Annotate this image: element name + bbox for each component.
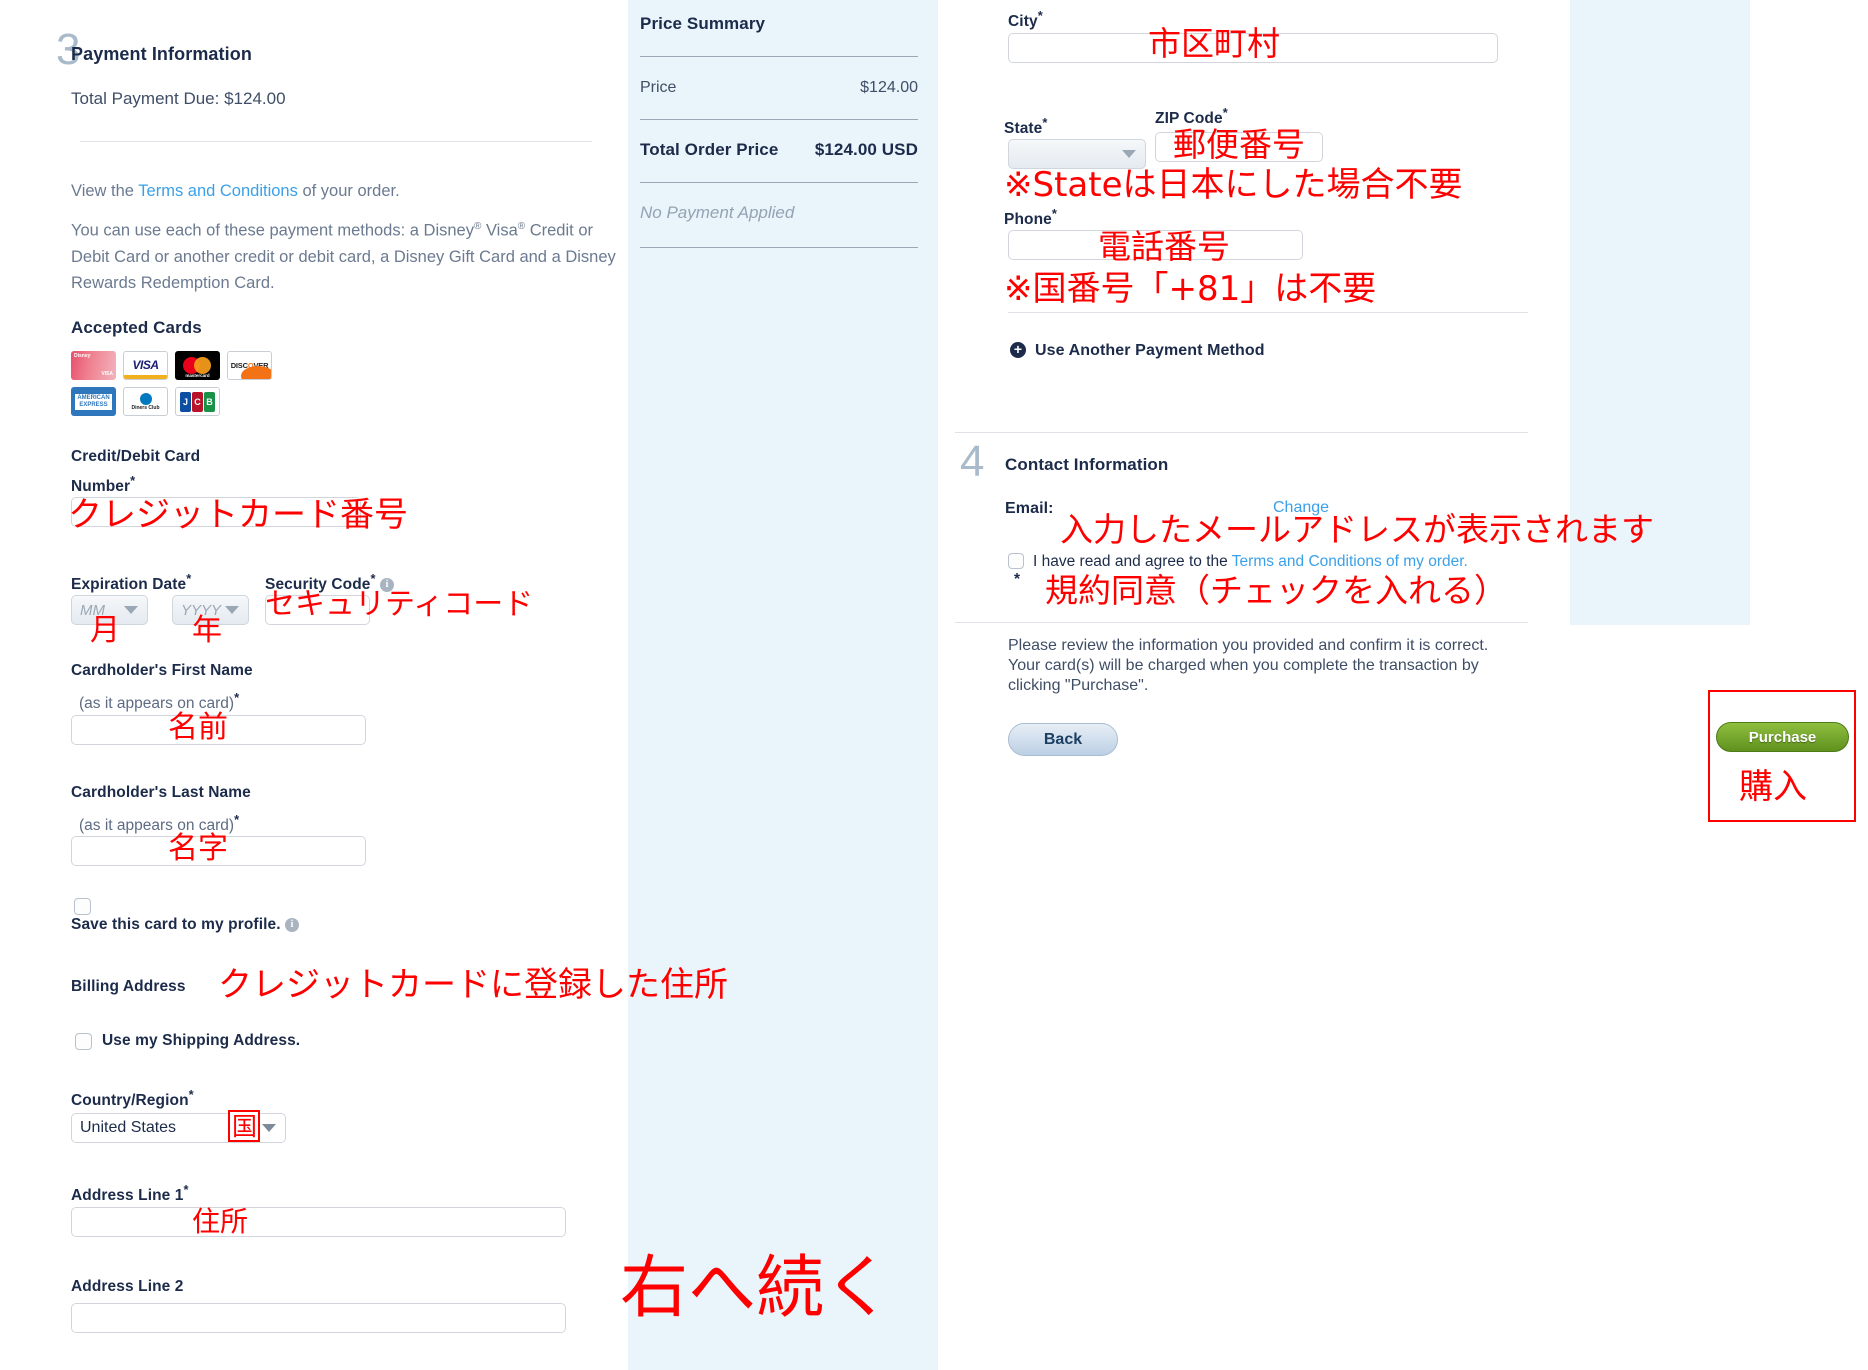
chevron-down-icon — [262, 1124, 276, 1132]
annotation-last-name: 名字 — [168, 831, 228, 866]
chevron-down-icon — [124, 606, 138, 614]
total-order-label: Total Order Price — [640, 140, 779, 159]
country-region-label: Country/Region* — [71, 1087, 194, 1110]
info-icon[interactable]: i — [285, 917, 300, 932]
use-another-payment-method-label[interactable]: Use Another Payment Method — [1035, 342, 1265, 360]
card-number-label-line2: Number* — [71, 473, 136, 496]
divider — [640, 247, 918, 248]
annotation-state-note: ※Stateは日本にした場合不要 — [1004, 165, 1463, 205]
divider — [1008, 312, 1528, 313]
annotation-security-code: セキュリティコード — [265, 587, 534, 622]
methods-text-part2: Visa — [481, 221, 518, 240]
expiration-date-label: Expiration Date* — [71, 571, 192, 594]
agree-terms-prefix: I have read and agree to the — [1033, 553, 1232, 570]
terms-and-conditions-link[interactable]: Terms and Conditions — [138, 182, 298, 200]
total-payment-due: Total Payment Due: $124.00 — [71, 89, 286, 108]
annotation-card-number: クレジットカード番号 — [68, 495, 408, 535]
discover-card-icon: DISCOVER — [227, 351, 272, 380]
card-number-label-line1: Credit/Debit Card — [71, 448, 201, 465]
plus-circle-icon[interactable]: + — [1010, 342, 1026, 358]
use-shipping-address-checkbox[interactable] — [75, 1033, 92, 1050]
city-label: City* — [1008, 8, 1043, 31]
agree-required-star: * — [1014, 571, 1021, 588]
review-confirmation-text: Please review the information you provid… — [1008, 637, 1489, 694]
annotation-email-note: 入力したメールアドレスが表示されます — [1060, 510, 1654, 549]
save-card-label: Save this card to my profile. i — [71, 916, 300, 934]
step-4-number: 4 — [960, 437, 985, 486]
disney-visa-card-icon: Disney VISA — [71, 351, 116, 380]
email-label: Email: — [1005, 500, 1054, 517]
annotation-agree-note: 規約同意（チェックを入れる） — [1045, 571, 1507, 610]
methods-text-part1: You can use each of these payment method… — [71, 221, 474, 240]
address-line-2-input[interactable] — [71, 1303, 566, 1333]
chevron-down-icon — [1122, 150, 1136, 158]
address-line-1-label: Address Line 1* — [71, 1182, 189, 1205]
view-terms-suffix: of your order. — [297, 182, 400, 200]
price-summary-title: Price Summary — [640, 14, 766, 33]
step-4-title: Contact Information — [1005, 455, 1169, 474]
jcb-card-icon: JCB — [175, 387, 220, 416]
last-name-label: Cardholder's Last Name — [71, 784, 251, 801]
price-row: Price $124.00 — [640, 79, 918, 97]
no-payment-applied-text: No Payment Applied — [640, 203, 795, 222]
checkout-page: Price Summary Price $124.00 Total Order … — [0, 0, 1868, 1370]
first-name-label: Cardholder's First Name — [71, 662, 253, 679]
total-order-value: $124.00 USD — [814, 140, 918, 159]
view-terms-prefix: View the — [71, 182, 139, 200]
visa-card-icon: VISA — [123, 351, 168, 380]
divider — [80, 141, 592, 142]
annotation-phone: 電話番号 — [1098, 227, 1230, 266]
divider — [640, 182, 918, 183]
annotation-phone-note: ※国番号「+81」は不要 — [1004, 269, 1377, 309]
annotation-month: 月 — [90, 613, 120, 648]
price-row-value: $124.00 — [860, 79, 918, 96]
annotation-zip: 郵便番号 — [1173, 125, 1305, 164]
annotation-country: 国 — [232, 1112, 258, 1141]
use-shipping-address-label: Use my Shipping Address. — [102, 1032, 301, 1049]
purchase-button[interactable]: Purchase — [1716, 722, 1849, 752]
chevron-down-icon — [225, 606, 239, 614]
annotation-city: 市区町村 — [1148, 24, 1280, 63]
agree-terms-checkbox[interactable] — [1008, 553, 1024, 569]
billing-address-label: Billing Address — [71, 978, 186, 995]
diners-club-card-icon: Diners Club — [123, 387, 168, 416]
divider — [955, 622, 1528, 623]
annotation-first-name: 名前 — [168, 710, 228, 745]
payment-methods-text: You can use each of these payment method… — [71, 214, 616, 296]
registered-mark-icon: ® — [517, 221, 526, 232]
price-row-label: Price — [640, 79, 677, 96]
annotation-purchase: 購入 — [1739, 767, 1807, 807]
total-order-row: Total Order Price $124.00 USD — [640, 140, 918, 160]
annotation-billing-address: クレジットカードに登録した住所 — [218, 965, 728, 1005]
state-label: State* — [1004, 115, 1048, 138]
address-line-2-label: Address Line 2 — [71, 1278, 184, 1295]
divider — [640, 119, 918, 120]
save-card-checkbox[interactable] — [74, 898, 91, 915]
country-region-value: United States — [80, 1119, 177, 1136]
price-summary-section: Price Summary Price $124.00 Total Order … — [640, 14, 925, 248]
accepted-cards-list: Disney VISA VISA mastercard DISCOVER AME… — [71, 351, 276, 416]
amex-card-icon: AMERICAN EXPRESS — [71, 387, 116, 416]
address-line-1-input[interactable] — [71, 1207, 566, 1237]
divider — [640, 56, 918, 57]
agree-terms-label: I have read and agree to the Terms and C… — [1033, 553, 1468, 571]
agree-terms-link[interactable]: Terms and Conditions of my order. — [1232, 553, 1468, 570]
back-button[interactable]: Back — [1008, 723, 1118, 756]
annotation-continue-right: 右へ続く — [620, 1249, 893, 1328]
annotation-address1: 住所 — [192, 1205, 249, 1238]
divider — [955, 432, 1528, 433]
accepted-cards-label: Accepted Cards — [71, 318, 202, 337]
view-terms-line: View the Terms and Conditions of your or… — [71, 178, 616, 204]
phone-label: Phone* — [1004, 206, 1057, 229]
annotation-year: 年 — [192, 613, 222, 648]
step-3-title: Payment Information — [71, 44, 252, 64]
mastercard-card-icon: mastercard — [175, 351, 220, 380]
